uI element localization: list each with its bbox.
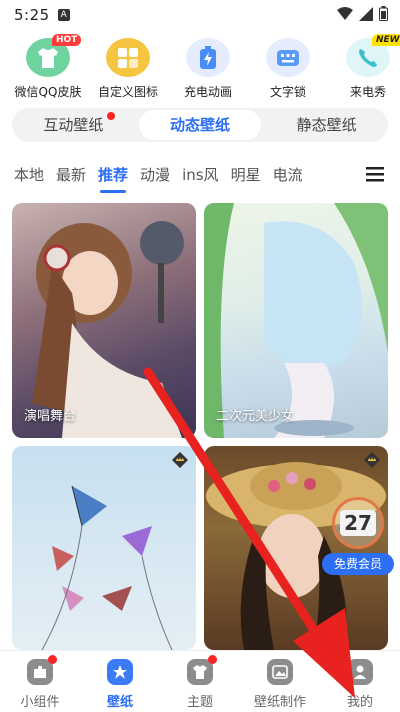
nav-mine[interactable]: 我的 <box>320 651 400 712</box>
wallpaper-grid: 演唱舞台 二次元美少女 <box>12 203 388 650</box>
wallpaper-card[interactable] <box>12 446 196 650</box>
feature-label: 微信QQ皮肤 <box>14 85 82 99</box>
nav-widgets[interactable]: 小组件 <box>0 651 80 712</box>
feature-call-show[interactable]: NEW 来电秀 <box>328 34 400 100</box>
tab-label: 动态壁纸 <box>170 116 231 134</box>
wallpaper-type-tabs: 互动壁纸 动态壁纸 静态壁纸 <box>12 108 388 142</box>
free-vip-badge[interactable]: 27 免费会员 <box>322 497 394 575</box>
keyboard-icon <box>266 38 310 77</box>
card-title: 二次元美少女 <box>216 409 295 424</box>
notification-dot <box>106 112 115 120</box>
tab-label: 静态壁纸 <box>296 116 357 134</box>
calendar-icon: 27 <box>332 497 384 549</box>
status-bar: 5:25 A <box>0 0 400 30</box>
tab-interactive-wallpaper[interactable]: 互动壁纸 <box>12 110 135 140</box>
category-electric[interactable]: 电流 <box>273 164 303 185</box>
tab-dynamic-wallpaper[interactable]: 动态壁纸 <box>138 110 262 140</box>
feature-label: 充电动画 <box>183 85 232 99</box>
wifi-icon <box>337 6 353 20</box>
notification-dot <box>208 655 217 664</box>
feature-wechat-qq-skin[interactable]: HOT 微信QQ皮肤 <box>8 34 88 100</box>
bottom-navigation: 小组件 壁纸 主题 壁纸制作 我的 <box>0 650 400 712</box>
menu-icon[interactable] <box>366 166 384 182</box>
feature-label: 来电秀 <box>349 85 386 99</box>
nav-theme[interactable]: 主题 <box>160 651 240 712</box>
category-recommended[interactable]: 推荐 <box>98 164 128 185</box>
feature-text-lock[interactable]: 文字锁 <box>248 38 328 100</box>
signal-icon <box>359 6 373 21</box>
image-edit-icon <box>267 659 293 685</box>
crown-icon <box>364 452 380 468</box>
profile-icon <box>347 659 373 685</box>
battery-charge-icon <box>186 38 230 77</box>
status-icons <box>337 6 388 21</box>
vip-day-number: 27 <box>340 510 376 536</box>
nav-label: 壁纸 <box>106 695 133 710</box>
category-newest[interactable]: 最新 <box>56 164 86 185</box>
feature-label: 文字锁 <box>269 85 306 99</box>
new-badge: NEW <box>372 34 400 46</box>
nav-label: 主题 <box>186 695 213 710</box>
category-ins[interactable]: ins风 <box>182 164 219 185</box>
crown-icon <box>172 452 188 468</box>
nav-wallpaper-maker[interactable]: 壁纸制作 <box>240 651 320 712</box>
sim-indicator: A <box>57 9 70 21</box>
category-tabs: 本地 最新 推荐 动漫 ins风 明星 电流 <box>0 154 400 194</box>
wallpaper-thumbnail <box>204 203 388 438</box>
tab-label: 互动壁纸 <box>43 116 104 134</box>
feature-label: 自定义图标 <box>97 85 158 99</box>
feature-custom-icons[interactable]: 自定义图标 <box>88 38 168 100</box>
nav-label: 我的 <box>346 695 373 710</box>
card-title: 演唱舞台 <box>24 409 77 424</box>
notification-dot <box>48 655 57 664</box>
nav-wallpaper[interactable]: 壁纸 <box>80 651 160 712</box>
category-anime[interactable]: 动漫 <box>140 164 170 185</box>
category-local[interactable]: 本地 <box>14 164 44 185</box>
wallpaper-card[interactable]: 二次元美少女 <box>204 203 388 438</box>
nav-label: 壁纸制作 <box>253 695 306 710</box>
vip-label: 免费会员 <box>322 553 394 575</box>
nav-label: 小组件 <box>20 695 60 710</box>
grid-icon <box>106 38 150 77</box>
feature-shortcuts: HOT 微信QQ皮肤 自定义图标 充电动画 文字锁 NEW 来电秀 AR <box>0 30 400 100</box>
category-celebrity[interactable]: 明星 <box>231 164 261 185</box>
tab-static-wallpaper[interactable]: 静态壁纸 <box>265 110 388 140</box>
hot-badge: HOT <box>52 34 82 46</box>
battery-icon <box>379 6 388 21</box>
wallpaper-card[interactable]: 演唱舞台 <box>12 203 196 438</box>
wallpaper-thumbnail <box>41 485 173 650</box>
wallpaper-icon <box>107 659 133 685</box>
feature-charging-animation[interactable]: 充电动画 <box>168 38 248 100</box>
status-time: 5:25 <box>14 6 50 24</box>
wallpaper-thumbnail <box>32 221 184 438</box>
